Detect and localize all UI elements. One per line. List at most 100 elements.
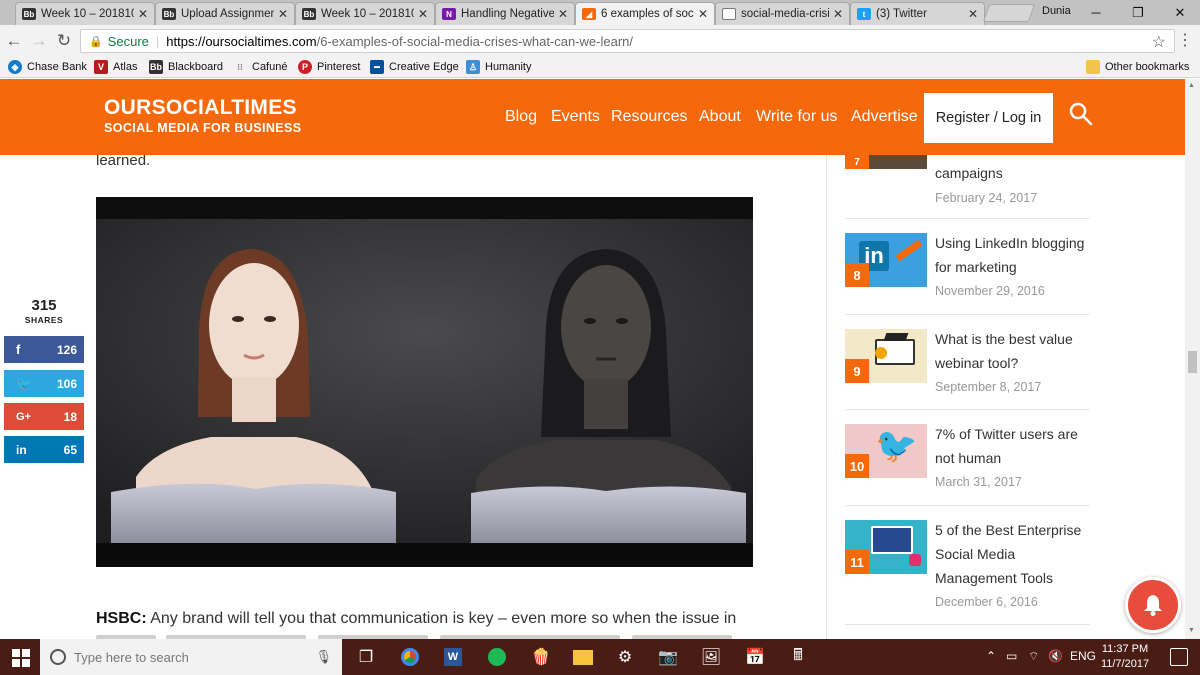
close-icon[interactable]: ✕: [278, 7, 288, 21]
sidebar-item[interactable]: 11 5 of the Best Enterprise Social Media…: [845, 518, 1090, 609]
post-title[interactable]: campaigns: [935, 161, 1095, 185]
bookmark-star-icon[interactable]: ☆: [1152, 32, 1166, 52]
file-explorer-icon[interactable]: [571, 645, 595, 669]
tab-handling-negative[interactable]: N Handling Negative ✕: [435, 2, 575, 25]
bookmark-chase-bank[interactable]: ◈ Chase Bank: [8, 60, 87, 74]
chrome-icon[interactable]: [398, 645, 422, 669]
tab-week10-a[interactable]: Bb Week 10 – 201810 ✕: [15, 2, 155, 25]
bookmark-atlas[interactable]: V Atlas: [94, 60, 137, 74]
tab-6-examples[interactable]: ◢ 6 examples of soc ✕: [575, 2, 715, 25]
bookmark-cafune[interactable]: ⁝⁝ Cafuné: [233, 60, 287, 74]
tab-strip: Bb Week 10 – 201810 ✕ Bb Upload Assignme…: [0, 0, 1200, 25]
volume-muted-icon[interactable]: 🔇: [1048, 649, 1063, 663]
wifi-icon[interactable]: ⌔: [1028, 649, 1039, 664]
notification-bell-button[interactable]: [1125, 577, 1181, 633]
post-thumbnail: 11: [845, 520, 927, 574]
close-icon[interactable]: ✕: [558, 7, 568, 21]
scroll-up-icon[interactable]: ▲: [1188, 82, 1195, 89]
linkedin-share-button[interactable]: in 65: [4, 436, 84, 463]
vertical-scrollbar[interactable]: ▲ ▼: [1185, 79, 1200, 639]
popcorn-icon[interactable]: 🍿: [529, 645, 553, 669]
site-logo[interactable]: OURSOCIALTIMES SOCIAL MEDIA FOR BUSINESS: [104, 96, 302, 136]
bookmark-pinterest[interactable]: P Pinterest: [298, 60, 360, 74]
bookmark-humanity[interactable]: ♙ Humanity: [466, 60, 531, 74]
spotify-icon[interactable]: [485, 645, 509, 669]
sidebar-divider: [826, 155, 827, 639]
post-title[interactable]: Using LinkedIn blogging for marketing: [935, 231, 1095, 279]
rank-badge: 7: [845, 155, 869, 169]
onenote-icon: N: [442, 8, 456, 20]
sidebar-item[interactable]: 9 What is the best value webinar tool? S…: [845, 327, 1090, 407]
twitter-share-button[interactable]: 🐦 106: [4, 370, 84, 397]
scroll-down-icon[interactable]: ▼: [1188, 627, 1195, 634]
back-icon[interactable]: ←: [4, 31, 24, 51]
post-title[interactable]: 7% of Twitter users are not human: [935, 422, 1095, 470]
tab-social-media-crisis[interactable]: social-media-crisis ✕: [715, 2, 850, 25]
close-icon[interactable]: ✕: [418, 7, 428, 21]
post-thumbnail: 9: [845, 329, 927, 383]
folder-icon: [1086, 60, 1100, 74]
calendar-icon[interactable]: 📅: [743, 645, 767, 669]
facebook-share-button[interactable]: f 126: [4, 336, 84, 363]
windows-start-icon[interactable]: [12, 649, 30, 667]
lock-icon: 🔒: [89, 35, 103, 48]
bookmark-creative-edge[interactable]: ▬ Creative Edge: [370, 60, 459, 74]
battery-icon[interactable]: ▭: [1006, 649, 1017, 663]
profile-name[interactable]: Dunia: [1042, 5, 1071, 17]
nav-blog[interactable]: Blog: [505, 108, 537, 126]
nav-resources[interactable]: Resources: [611, 108, 687, 126]
reload-icon[interactable]: ↻: [54, 31, 74, 51]
microphone-icon[interactable]: 🎙: [315, 649, 332, 665]
minimize-icon[interactable]: ─: [1081, 0, 1111, 25]
googleplus-share-button[interactable]: G+ 18: [4, 403, 84, 430]
window-close-icon[interactable]: ✕: [1165, 0, 1195, 25]
sidebar-item[interactable]: 🐦 10 7% of Twitter users are not human M…: [845, 422, 1090, 502]
post-title[interactable]: 5 of the Best Enterprise Social Media Ma…: [935, 518, 1095, 590]
googleplus-icon: G+: [16, 410, 31, 423]
restore-icon[interactable]: ❐: [1123, 0, 1153, 25]
logo-tagline: SOCIAL MEDIA FOR BUSINESS: [104, 121, 302, 135]
menu-icon[interactable]: ⋮: [1177, 30, 1193, 50]
close-icon[interactable]: ✕: [968, 7, 978, 21]
post-title[interactable]: What is the best value webinar tool?: [935, 327, 1095, 375]
tab-week10-b[interactable]: Bb Week 10 – 201810 ✕: [295, 2, 435, 25]
bookmark-label: Blackboard: [168, 61, 224, 73]
close-icon[interactable]: ✕: [833, 7, 843, 21]
nav-about[interactable]: About: [699, 108, 741, 126]
tab-twitter[interactable]: t (3) Twitter ✕: [850, 2, 985, 25]
clock-date: 11/7/2017: [1100, 658, 1150, 670]
windows-taskbar: Type here to search 🎙 ❐ W 🍿 ⚙ 📷 🖼 📅 🖩 ⌃ …: [0, 639, 1200, 675]
rank-badge: 8: [845, 263, 869, 287]
bookmark-blackboard[interactable]: Bb Blackboard: [149, 60, 223, 74]
camera-icon[interactable]: 📷: [656, 645, 680, 669]
calculator-icon[interactable]: 🖩: [786, 645, 810, 669]
new-tab-button[interactable]: [982, 4, 1036, 22]
twitter-icon: t: [857, 8, 871, 20]
nav-events[interactable]: Events: [551, 108, 600, 126]
task-view-icon[interactable]: ❐: [354, 645, 378, 669]
forward-icon[interactable]: →: [29, 31, 49, 51]
action-center-icon[interactable]: [1170, 648, 1188, 666]
grid-icon: ⁝⁝: [237, 61, 243, 72]
show-hidden-icons-icon[interactable]: ⌃: [986, 649, 996, 663]
taskbar-search-placeholder: Type here to search: [74, 649, 189, 665]
close-icon[interactable]: ✕: [698, 7, 708, 21]
nav-advertise[interactable]: Advertise: [851, 108, 918, 126]
nav-write-for-us[interactable]: Write for us: [756, 108, 838, 126]
settings-gear-icon[interactable]: ⚙: [613, 645, 637, 669]
scrollbar-thumb[interactable]: [1188, 351, 1197, 373]
word-icon[interactable]: W: [441, 645, 465, 669]
post-date: November 29, 2016: [935, 284, 1045, 298]
close-icon[interactable]: ✕: [138, 7, 148, 21]
other-bookmarks[interactable]: Other bookmarks: [1086, 60, 1189, 74]
sidebar-item[interactable]: in 8 Using LinkedIn blogging for marketi…: [845, 231, 1090, 311]
language-indicator[interactable]: ENG: [1070, 649, 1096, 663]
logo-wordmark: OURSOCIALTIMES: [104, 96, 297, 119]
address-bar[interactable]: 🔒 Secure | https://oursocialtimes.com/6-…: [80, 29, 1175, 53]
tab-upload-assignment[interactable]: Bb Upload Assignment ✕: [155, 2, 295, 25]
register-login-button[interactable]: Register / Log in: [924, 93, 1053, 143]
taskbar-clock[interactable]: 11:37 PM 11/7/2017: [1097, 642, 1153, 672]
photos-icon[interactable]: 🖼: [699, 645, 723, 669]
search-icon[interactable]: [1068, 101, 1094, 127]
taskbar-search-box[interactable]: Type here to search 🎙: [40, 639, 342, 675]
